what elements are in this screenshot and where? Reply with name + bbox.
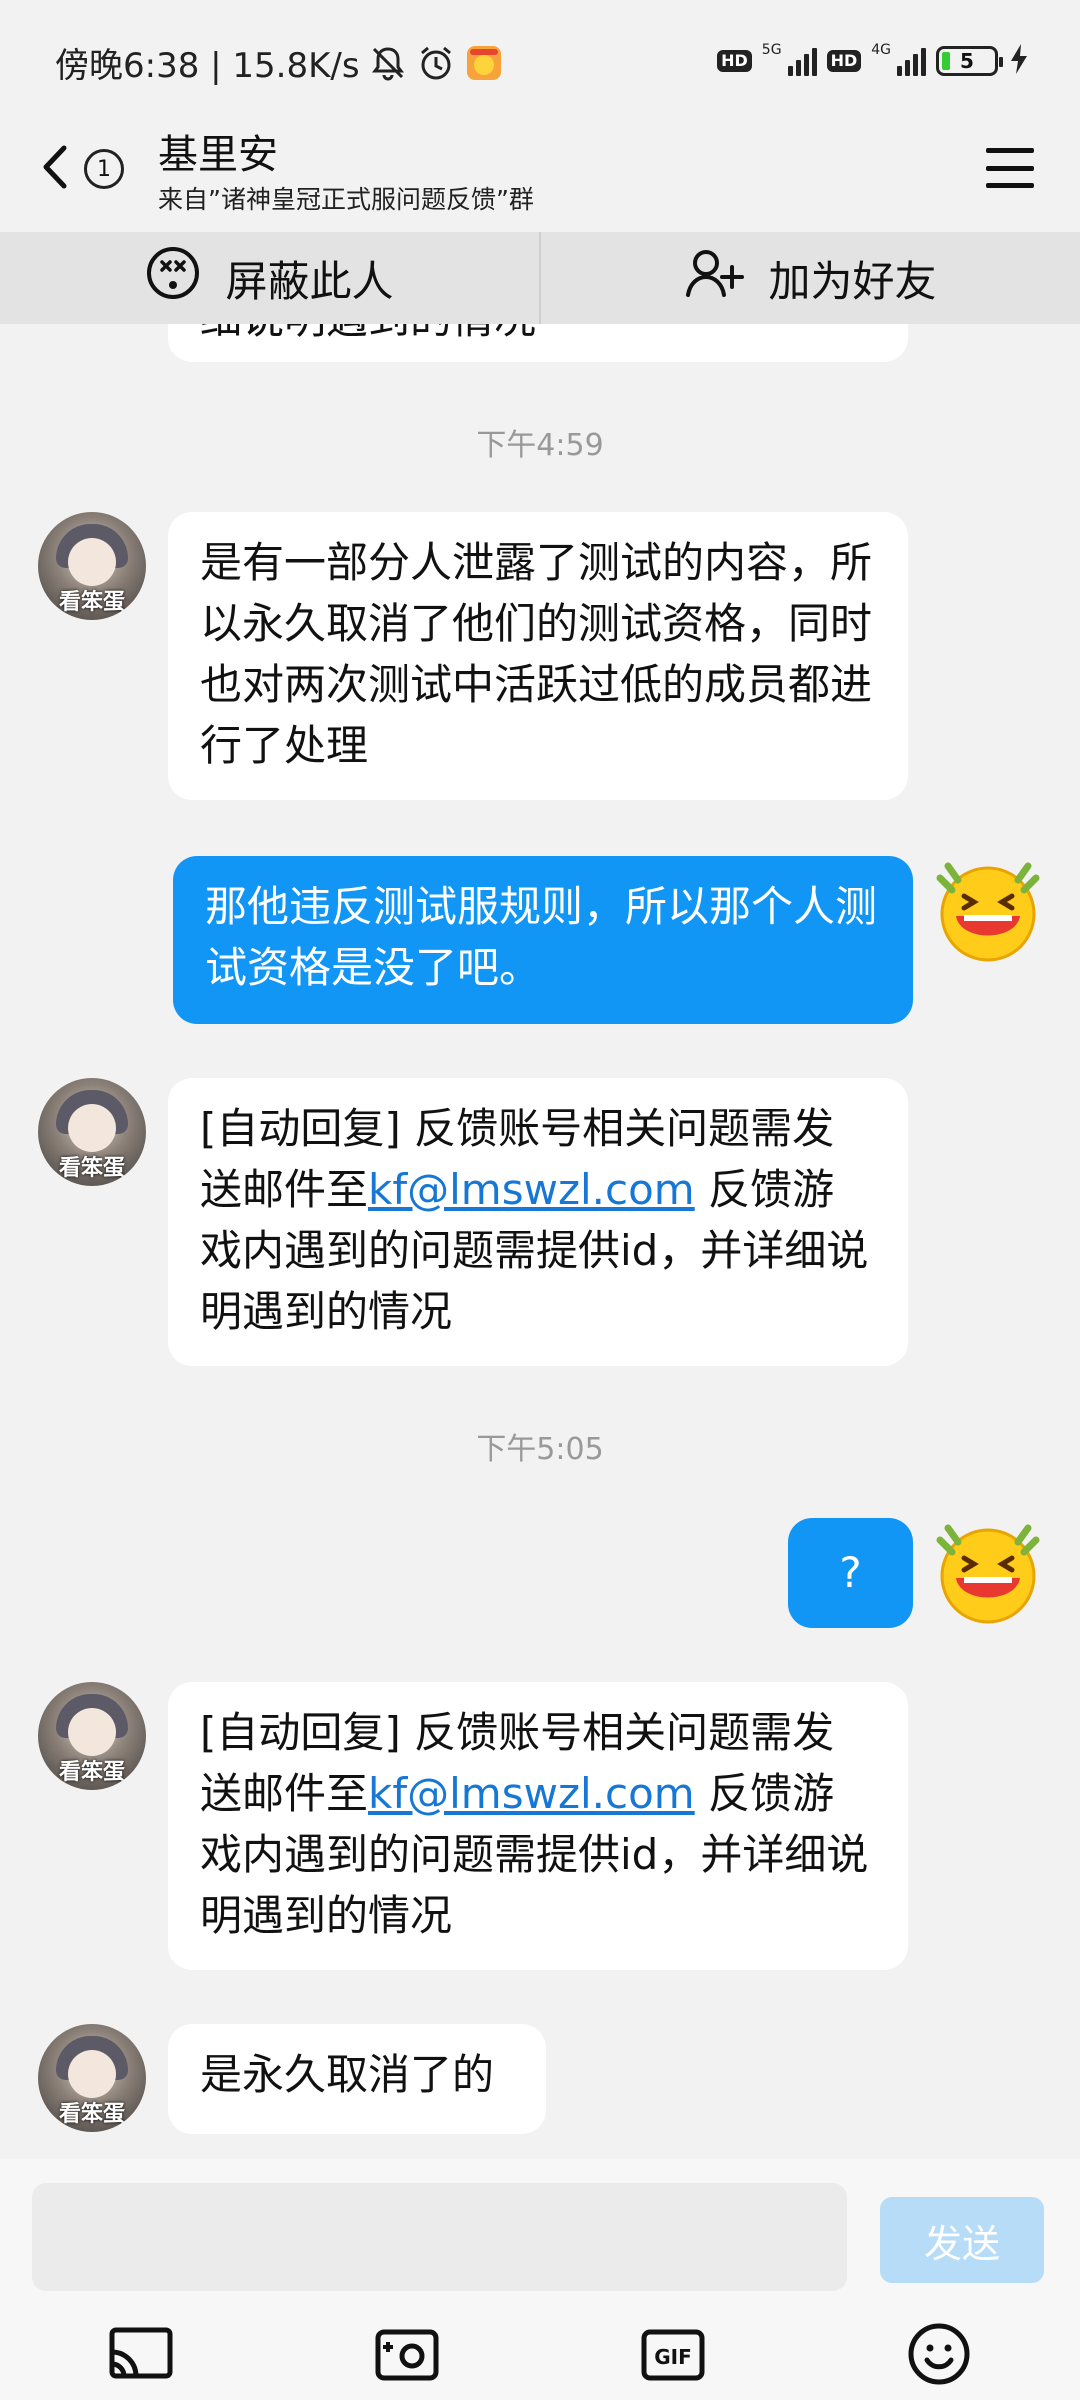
message-list[interactable]: 细说明遇到的情况 下午4:59 看笨蛋 是有一部分人泄露了测试的内容，所以永久取… (0, 324, 1080, 2159)
timestamp: 下午4:59 (476, 428, 604, 463)
input-area: 发送 GIF (0, 2159, 1080, 2400)
message-text: 是有一部分人泄露了测试的内容，所以永久取消了他们的测试资格，同时也对两次测试中活… (200, 538, 873, 770)
message-text: ? (839, 1548, 862, 1597)
svg-text:GIF: GIF (654, 2345, 692, 2369)
my-avatar-emoji-icon[interactable] (934, 1518, 1042, 1626)
message-bubble-outgoing[interactable]: 那他违反测试服规则，所以那个人测试资格是没了吧。 (173, 856, 913, 1024)
hd-badge: HD (826, 50, 862, 72)
message-bubble-partial[interactable]: 细说明遇到的情况 (168, 324, 908, 362)
camera-icon[interactable] (372, 2321, 442, 2387)
app-notification-icon (464, 43, 504, 83)
message-bubble-incoming[interactable]: [自动回复] 反馈账号相关问题需发送邮件至kf@lmswzl.com 反馈游戏内… (168, 1078, 908, 1366)
signal-strength-icon (787, 46, 817, 76)
network-type-4g: 4G (871, 42, 891, 58)
chat-header: 1 基里安 来自”诸神皇冠正式服问题反馈”群 (0, 110, 1080, 232)
message-text: 细说明遇到的情况 (200, 324, 536, 343)
message-bubble-incoming[interactable]: 是永久取消了的 (168, 2024, 546, 2134)
battery-level: 5 (960, 49, 974, 73)
back-button[interactable]: 1 (38, 134, 138, 204)
signal-strength-icon (897, 46, 926, 76)
avatar-face (68, 1708, 116, 1756)
add-friend-button[interactable]: 加为好友 (541, 232, 1080, 324)
message-input[interactable] (32, 2183, 847, 2291)
status-left: 傍晚6:38 | 15.8K/s (55, 38, 504, 87)
add-friend-label: 加为好友 (768, 256, 937, 306)
my-avatar-emoji-icon[interactable] (934, 856, 1042, 964)
avatar-caption: 看笨蛋 (58, 1760, 125, 1785)
chevron-left-icon (38, 142, 72, 196)
avatar-face (68, 2050, 116, 2098)
avatar[interactable]: 看笨蛋 (38, 512, 146, 620)
chat-subtitle: 来自”诸神皇冠正式服问题反馈”群 (158, 185, 534, 214)
message-bubble-outgoing[interactable]: ? (788, 1518, 913, 1628)
block-face-icon (145, 245, 201, 311)
hamburger-line (986, 183, 1034, 188)
avatar-caption: 看笨蛋 (58, 590, 125, 615)
battery-indicator: 5 (936, 46, 1003, 76)
screen-cast-icon[interactable] (106, 2321, 176, 2387)
hamburger-icon (986, 148, 1034, 153)
chat-title: 基里安 (158, 132, 278, 178)
email-link[interactable]: kf@lmswzl.com (368, 1769, 695, 1818)
avatar[interactable]: 看笨蛋 (38, 1078, 146, 1186)
hd-badge: HD (717, 50, 752, 72)
avatar[interactable]: 看笨蛋 (38, 2024, 146, 2132)
block-user-label: 屏蔽此人 (225, 256, 394, 306)
avatar-face (68, 1104, 116, 1152)
gif-icon[interactable]: GIF (638, 2321, 708, 2387)
avatar-caption: 看笨蛋 (58, 2102, 125, 2127)
status-time: 傍晚6:38 | 15.8K/s (55, 46, 360, 86)
stranger-action-bar: 屏蔽此人 加为好友 (0, 232, 1080, 324)
message-text: 是永久取消了的 (200, 2050, 495, 2099)
block-user-button[interactable]: 屏蔽此人 (0, 232, 539, 324)
avatar-caption: 看笨蛋 (58, 1156, 125, 1181)
timestamp: 下午5:05 (476, 1432, 604, 1467)
avatar-face (68, 538, 116, 586)
charging-icon (1008, 42, 1030, 80)
emoji-icon[interactable] (904, 2321, 974, 2387)
message-text: 那他违反测试服规则，所以那个人测试资格是没了吧。 (205, 882, 878, 992)
input-toolbar: GIF (0, 2309, 1080, 2399)
message-bubble-incoming[interactable]: 是有一部分人泄露了测试的内容，所以永久取消了他们的测试资格，同时也对两次测试中活… (168, 512, 908, 800)
send-button[interactable]: 发送 (880, 2197, 1044, 2283)
status-bar: 傍晚6:38 | 15.8K/s HD 5G HD 4G 5 (0, 0, 1080, 110)
network-type-5g: 5G (761, 42, 782, 58)
hamburger-line (986, 165, 1034, 171)
menu-button[interactable] (980, 140, 1040, 196)
email-link[interactable]: kf@lmswzl.com (368, 1165, 695, 1214)
message-bubble-incoming[interactable]: [自动回复] 反馈账号相关问题需发送邮件至kf@lmswzl.com 反馈游戏内… (168, 1682, 908, 1970)
mute-bell-icon (368, 43, 408, 83)
avatar[interactable]: 看笨蛋 (38, 1682, 146, 1790)
status-right: HD 5G HD 4G 5 (717, 42, 1030, 80)
add-person-icon (684, 245, 745, 311)
alarm-clock-icon (416, 43, 456, 83)
unread-count-badge: 1 (84, 149, 124, 189)
